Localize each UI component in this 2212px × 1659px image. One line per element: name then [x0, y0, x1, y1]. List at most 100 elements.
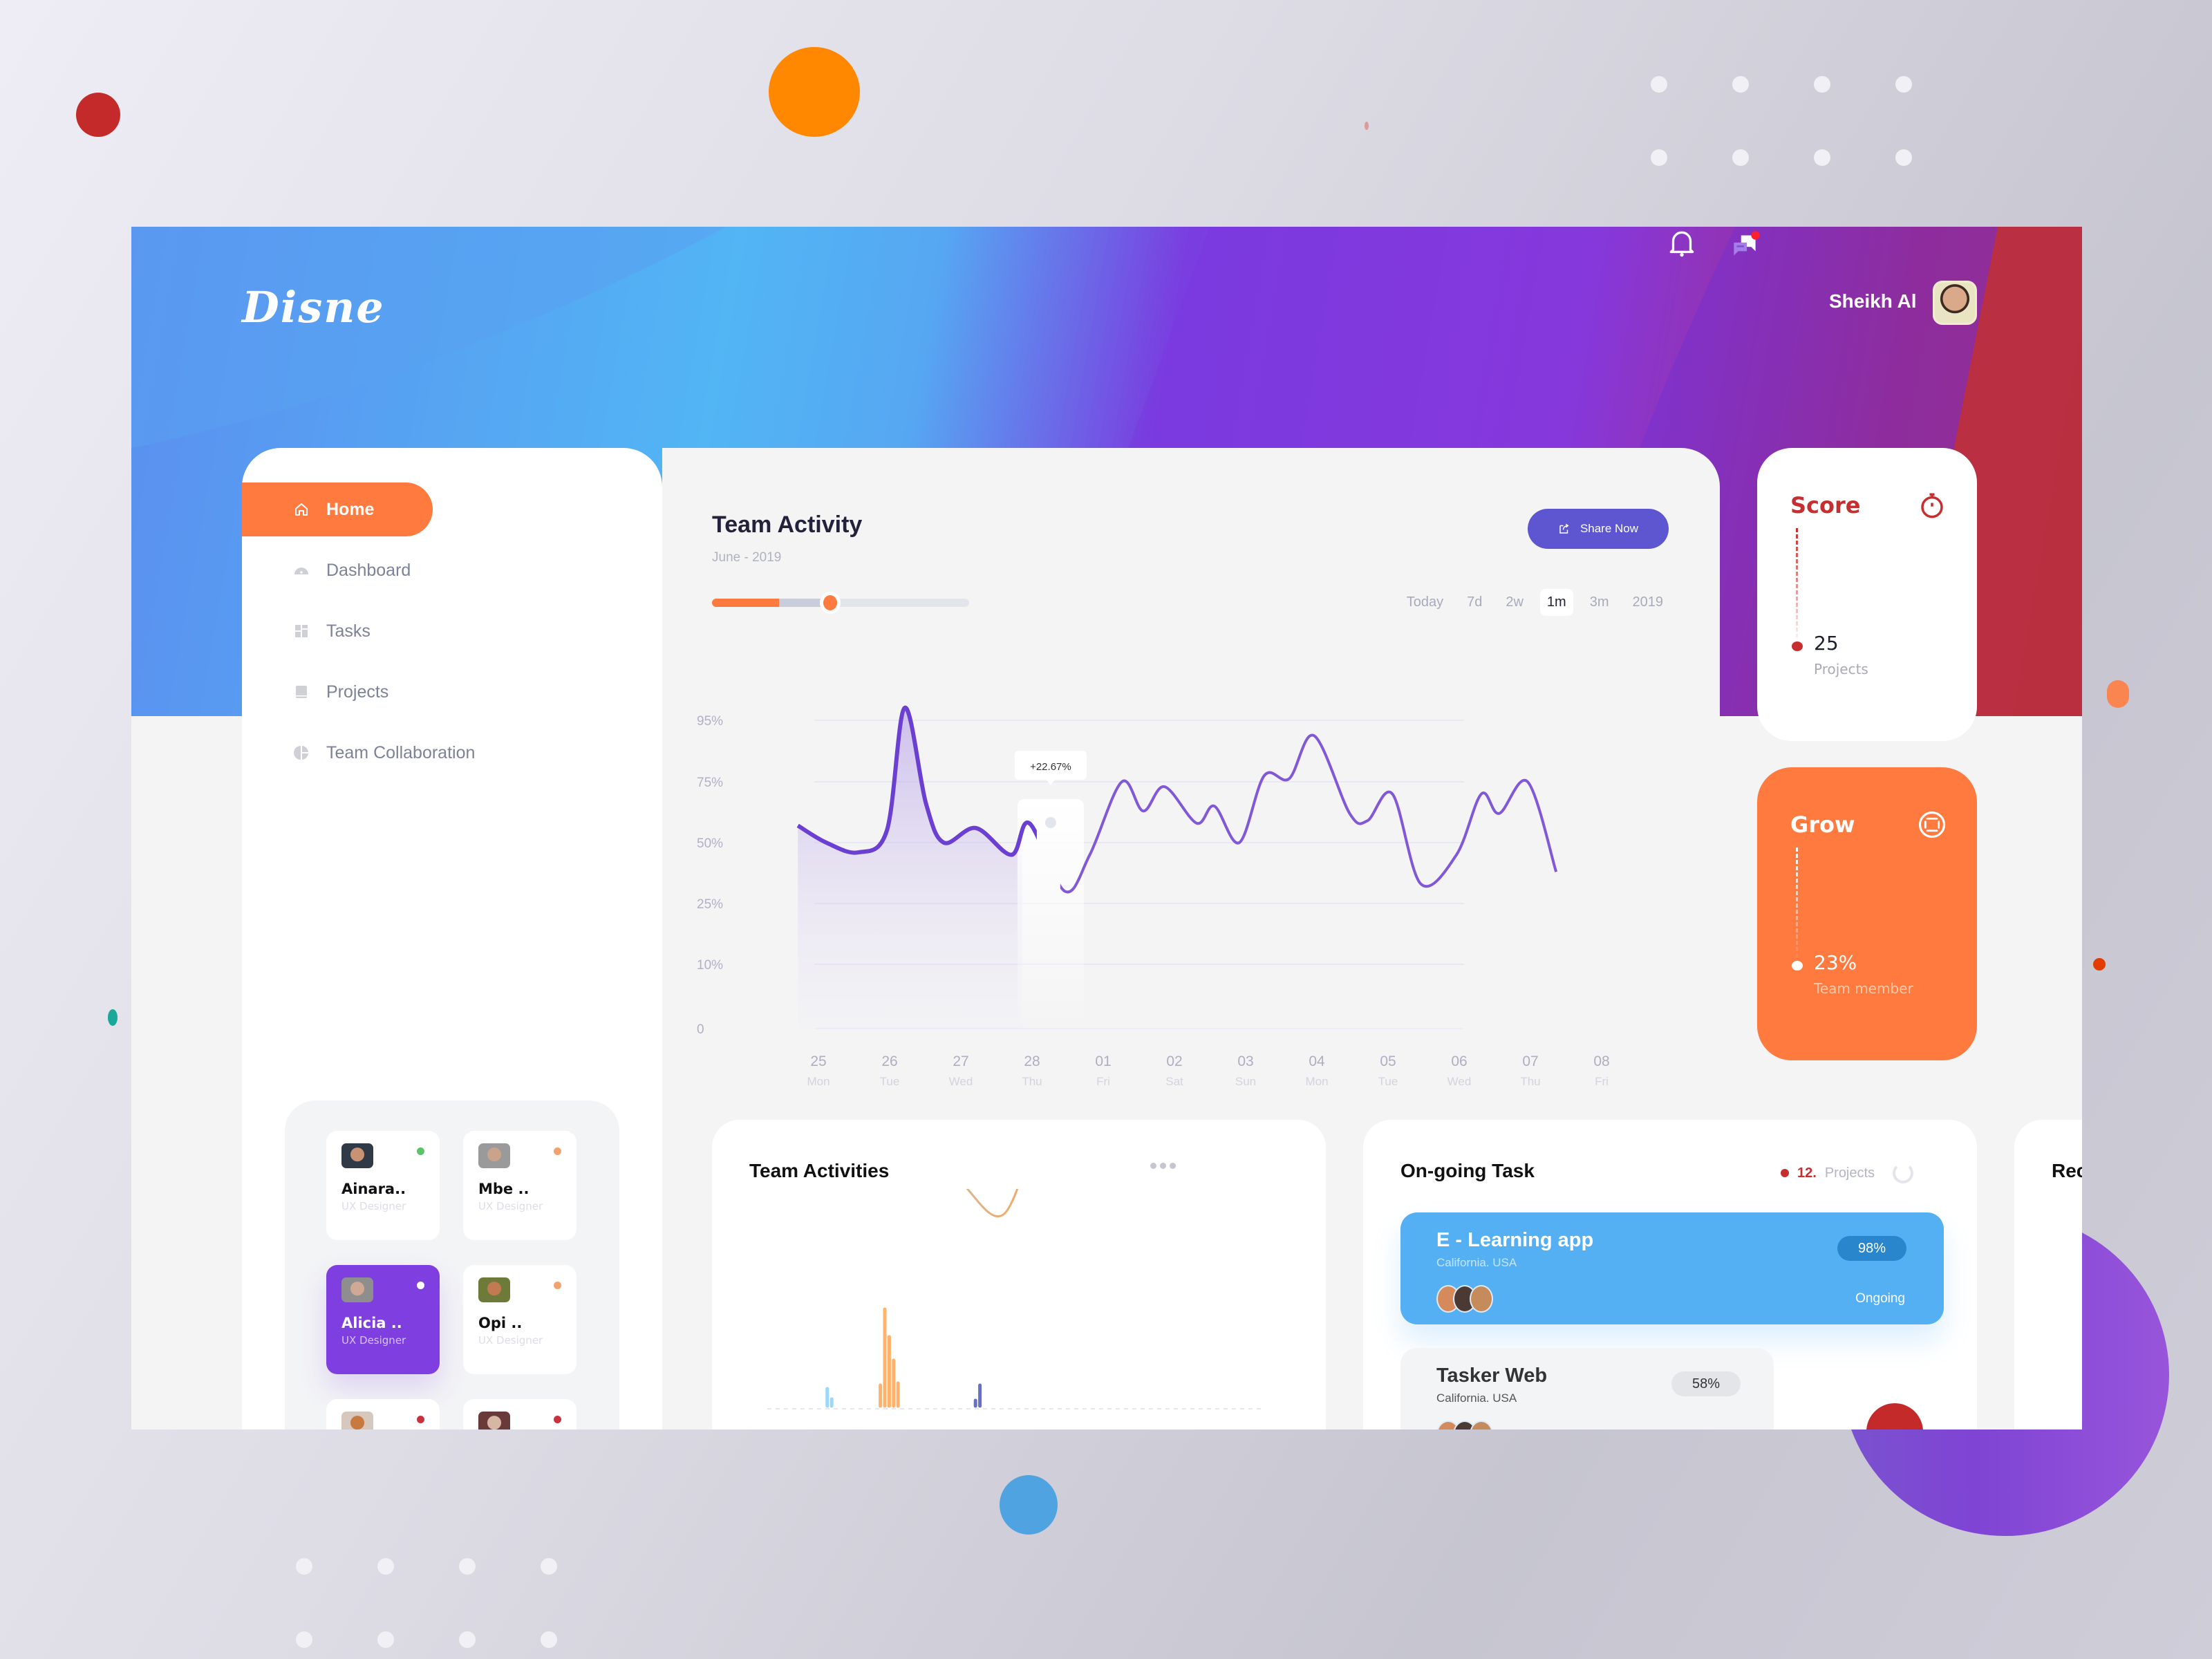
home-icon: [293, 501, 310, 518]
grid-icon: [293, 623, 310, 639]
book-icon: [293, 684, 310, 700]
task-assignees: [1436, 1285, 1908, 1313]
highlight-point[interactable]: [1044, 817, 1056, 828]
team-member-card[interactable]: Mbe .. UX Designer: [463, 1131, 577, 1240]
x-tick-weekday: Mon: [1305, 1075, 1328, 1088]
sidebar-item-home[interactable]: Home: [242, 482, 433, 536]
status-dot: [417, 1282, 424, 1289]
member-avatar: [341, 1143, 373, 1168]
x-tick-day: 08: [1593, 1053, 1609, 1069]
area-fill: [798, 707, 1022, 1029]
period-tab-2019[interactable]: 2019: [1626, 589, 1671, 616]
x-tick-weekday: Wed: [949, 1075, 973, 1088]
range-thumb[interactable]: [820, 592, 841, 614]
decor-dot-red: [76, 93, 120, 137]
x-tick-day: 06: [1451, 1053, 1467, 1069]
score-dashed-line: [1796, 528, 1798, 646]
trend-line: [966, 1189, 1019, 1218]
sidebar-item-team-collaboration[interactable]: Team Collaboration: [242, 726, 475, 780]
x-tick-day: 03: [1237, 1053, 1253, 1069]
team-member-card[interactable]: Ainara.. UX Designer: [326, 1131, 440, 1240]
member-name: Mbe ..: [478, 1181, 529, 1197]
x-tick-weekday: Wed: [1447, 1075, 1472, 1088]
task-percent-badge: 58%: [1671, 1371, 1741, 1396]
bell-icon[interactable]: [1665, 227, 1699, 261]
user-name[interactable]: Sheikh Al: [1829, 290, 1917, 312]
x-tick-label: 25: [829, 1429, 844, 1430]
share-now-button[interactable]: Share Now: [1528, 509, 1669, 549]
x-tick-weekday: Tue: [880, 1075, 900, 1088]
chat-bubbles-icon[interactable]: [1728, 227, 1763, 261]
x-tick-weekday: Thu: [1022, 1075, 1042, 1088]
x-tick-label: 27: [1011, 1429, 1027, 1430]
recent-card-title: Rec: [2052, 1160, 2082, 1181]
team-member-card[interactable]: Alicia .. UX Designer: [326, 1265, 440, 1374]
y-tick-label: 10%: [697, 958, 723, 973]
sidebar-item-dashboard[interactable]: Dashboard: [242, 543, 411, 597]
task-card-tasker-web[interactable]: Tasker Web California. USA 58%: [1400, 1348, 1774, 1430]
team-activities-card: Team Activities 25 26 27 28 01: [712, 1120, 1326, 1430]
sidebar-item-tasks[interactable]: Tasks: [242, 604, 371, 658]
task-location: California. USA: [1436, 1256, 1517, 1269]
task-status: Ongoing: [1855, 1291, 1905, 1306]
focus-ring-icon: [1918, 811, 1946, 838]
decor-dot-tiny: [1365, 122, 1369, 130]
period-tab-2w[interactable]: 2w: [1499, 589, 1530, 616]
task-assignees: [1436, 1421, 1738, 1430]
period-tab-today[interactable]: Today: [1400, 589, 1450, 616]
project-count-value: 12.: [1797, 1165, 1817, 1181]
x-tick-label: 26: [920, 1429, 935, 1430]
user-avatar[interactable]: [1933, 281, 1977, 325]
team-member-card[interactable]: Opi .. UX Designer: [463, 1265, 577, 1374]
more-dots-icon[interactable]: [1150, 1163, 1176, 1169]
period-tab-7d[interactable]: 7d: [1460, 589, 1489, 616]
score-card[interactable]: Score 25 Projects: [1757, 448, 1977, 741]
member-name: Alicia ..: [341, 1315, 402, 1331]
team-member-card[interactable]: Const ..UX Designer: [326, 1399, 440, 1430]
decor-dot-orange: [769, 47, 860, 137]
decor-dot-orange-right: [2107, 680, 2129, 708]
x-tick-label: 28: [1103, 1429, 1118, 1430]
page-subtitle: June - 2019: [712, 550, 782, 565]
score-title: Score: [1790, 492, 1861, 518]
date-range-slider[interactable]: [712, 592, 969, 614]
share-now-label: Share Now: [1580, 522, 1639, 535]
app-logo[interactable]: Disne: [242, 282, 385, 332]
period-tab-3m[interactable]: 3m: [1583, 589, 1616, 616]
decor-dot-teal: [108, 1009, 118, 1026]
page-title: Team Activity: [712, 512, 863, 538]
x-tick-weekday: Fri: [1096, 1075, 1110, 1088]
grow-card[interactable]: Grow 23% Team member: [1757, 767, 1977, 1060]
y-tick-label: 50%: [697, 836, 723, 851]
x-tick-weekday: Thu: [1520, 1075, 1540, 1088]
x-tick-day: 26: [881, 1053, 897, 1069]
tooltip-text: +22.67%: [1030, 761, 1071, 773]
refresh-icon[interactable]: [1893, 1163, 1914, 1183]
count-dot: [1781, 1169, 1789, 1177]
y-tick-label: 0: [697, 1022, 704, 1037]
member-name: Ainara..: [341, 1181, 406, 1197]
ongoing-task-card: On-going Task 12. Projects E - Learning …: [1363, 1120, 1977, 1430]
team-activity-chart: 95% 75% 50% 25% 10% 0 25 Mon 26 Tue 27 Wed 28 Thu 01 Fr…: [697, 705, 1610, 1088]
member-role: UX Designer: [478, 1334, 543, 1347]
x-tick-weekday: Sat: [1165, 1075, 1183, 1088]
status-dot: [417, 1416, 424, 1423]
sidebar-item-projects[interactable]: Projects: [242, 665, 388, 719]
status-dot: [554, 1147, 561, 1155]
decor-dot-grid-top: [1651, 76, 1912, 166]
x-tick-weekday: Mon: [807, 1075, 830, 1088]
ongoing-task-title: On-going Task: [1400, 1160, 1535, 1181]
score-value: 25: [1814, 632, 1839, 655]
team-members-panel: Ainara.. UX Designer Mbe .. UX Designer Alic…: [285, 1100, 619, 1430]
decor-dot-red-right: [2093, 958, 2106, 971]
decor-dot-red-card: [1866, 1403, 1923, 1430]
highlight-column: [1017, 799, 1084, 1034]
stopwatch-icon: [1921, 493, 1943, 518]
task-card-e-learning[interactable]: E - Learning app California. USA 98% Ong…: [1400, 1212, 1944, 1324]
period-tab-1m[interactable]: 1m: [1539, 589, 1573, 616]
status-dot: [554, 1282, 561, 1289]
period-tabs: Today 7d 2w 1m 3m 2019: [1400, 589, 1670, 616]
pie-icon: [293, 744, 310, 761]
team-member-card[interactable]: Takam ..UX Designer: [463, 1399, 577, 1430]
sidebar-item-label: Team Collaboration: [326, 742, 476, 762]
